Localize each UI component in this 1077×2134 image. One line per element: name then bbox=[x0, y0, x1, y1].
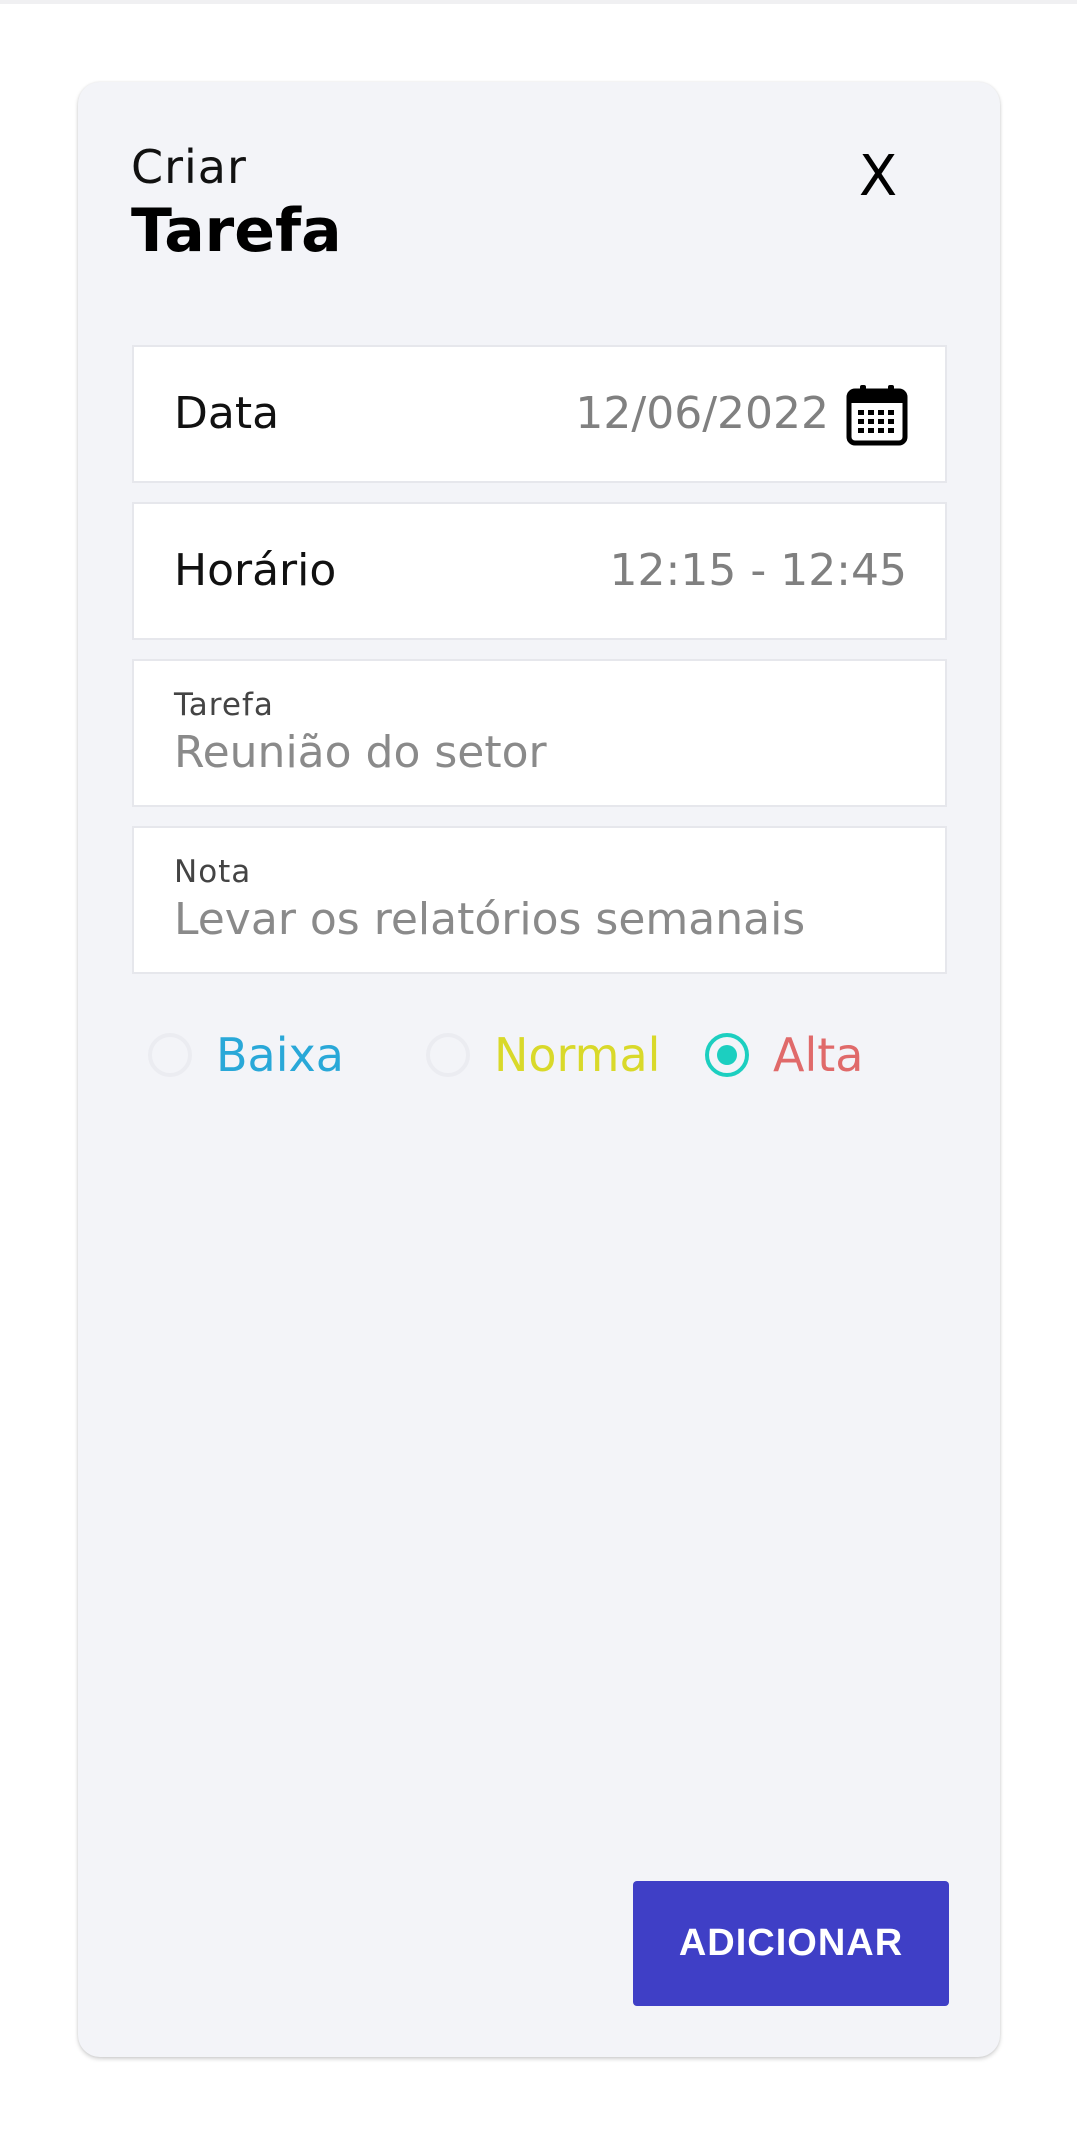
radio-circle-unchecked[interactable] bbox=[148, 1033, 192, 1077]
date-label: Data bbox=[174, 388, 280, 439]
time-label: Horário bbox=[174, 545, 337, 596]
priority-radio-alta[interactable]: Alta bbox=[705, 1027, 863, 1083]
priority-label-normal: Normal bbox=[494, 1028, 661, 1082]
note-field[interactable]: Nota Levar os relatórios semanais bbox=[132, 826, 947, 974]
priority-radio-baixa[interactable]: Baixa bbox=[148, 1027, 344, 1083]
radio-circle-checked[interactable] bbox=[705, 1033, 749, 1077]
note-label: Nota bbox=[174, 854, 252, 890]
priority-label-alta: Alta bbox=[773, 1028, 864, 1082]
add-button[interactable]: ADICIONAR bbox=[633, 1881, 949, 2006]
priority-radio-normal[interactable]: Normal bbox=[426, 1027, 660, 1083]
radio-circle-unchecked[interactable] bbox=[426, 1033, 470, 1077]
close-button[interactable]: X bbox=[850, 142, 906, 212]
dialog-title: Tarefa bbox=[131, 196, 342, 266]
priority-label-baixa: Baixa bbox=[216, 1028, 344, 1082]
time-value: 12:15 - 12:45 bbox=[609, 545, 907, 596]
calendar-icon[interactable] bbox=[845, 383, 909, 447]
time-field[interactable]: Horário 12:15 - 12:45 bbox=[132, 502, 947, 640]
task-label: Tarefa bbox=[174, 687, 274, 723]
date-value: 12/06/2022 bbox=[575, 388, 829, 439]
dialog-subtitle: Criar bbox=[131, 140, 247, 194]
task-field[interactable]: Tarefa Reunião do setor bbox=[132, 659, 947, 807]
note-value: Levar os relatórios semanais bbox=[174, 894, 806, 945]
date-field[interactable]: Data 12/06/2022 bbox=[132, 345, 947, 483]
top-divider bbox=[0, 0, 1077, 4]
task-value: Reunião do setor bbox=[174, 727, 547, 778]
